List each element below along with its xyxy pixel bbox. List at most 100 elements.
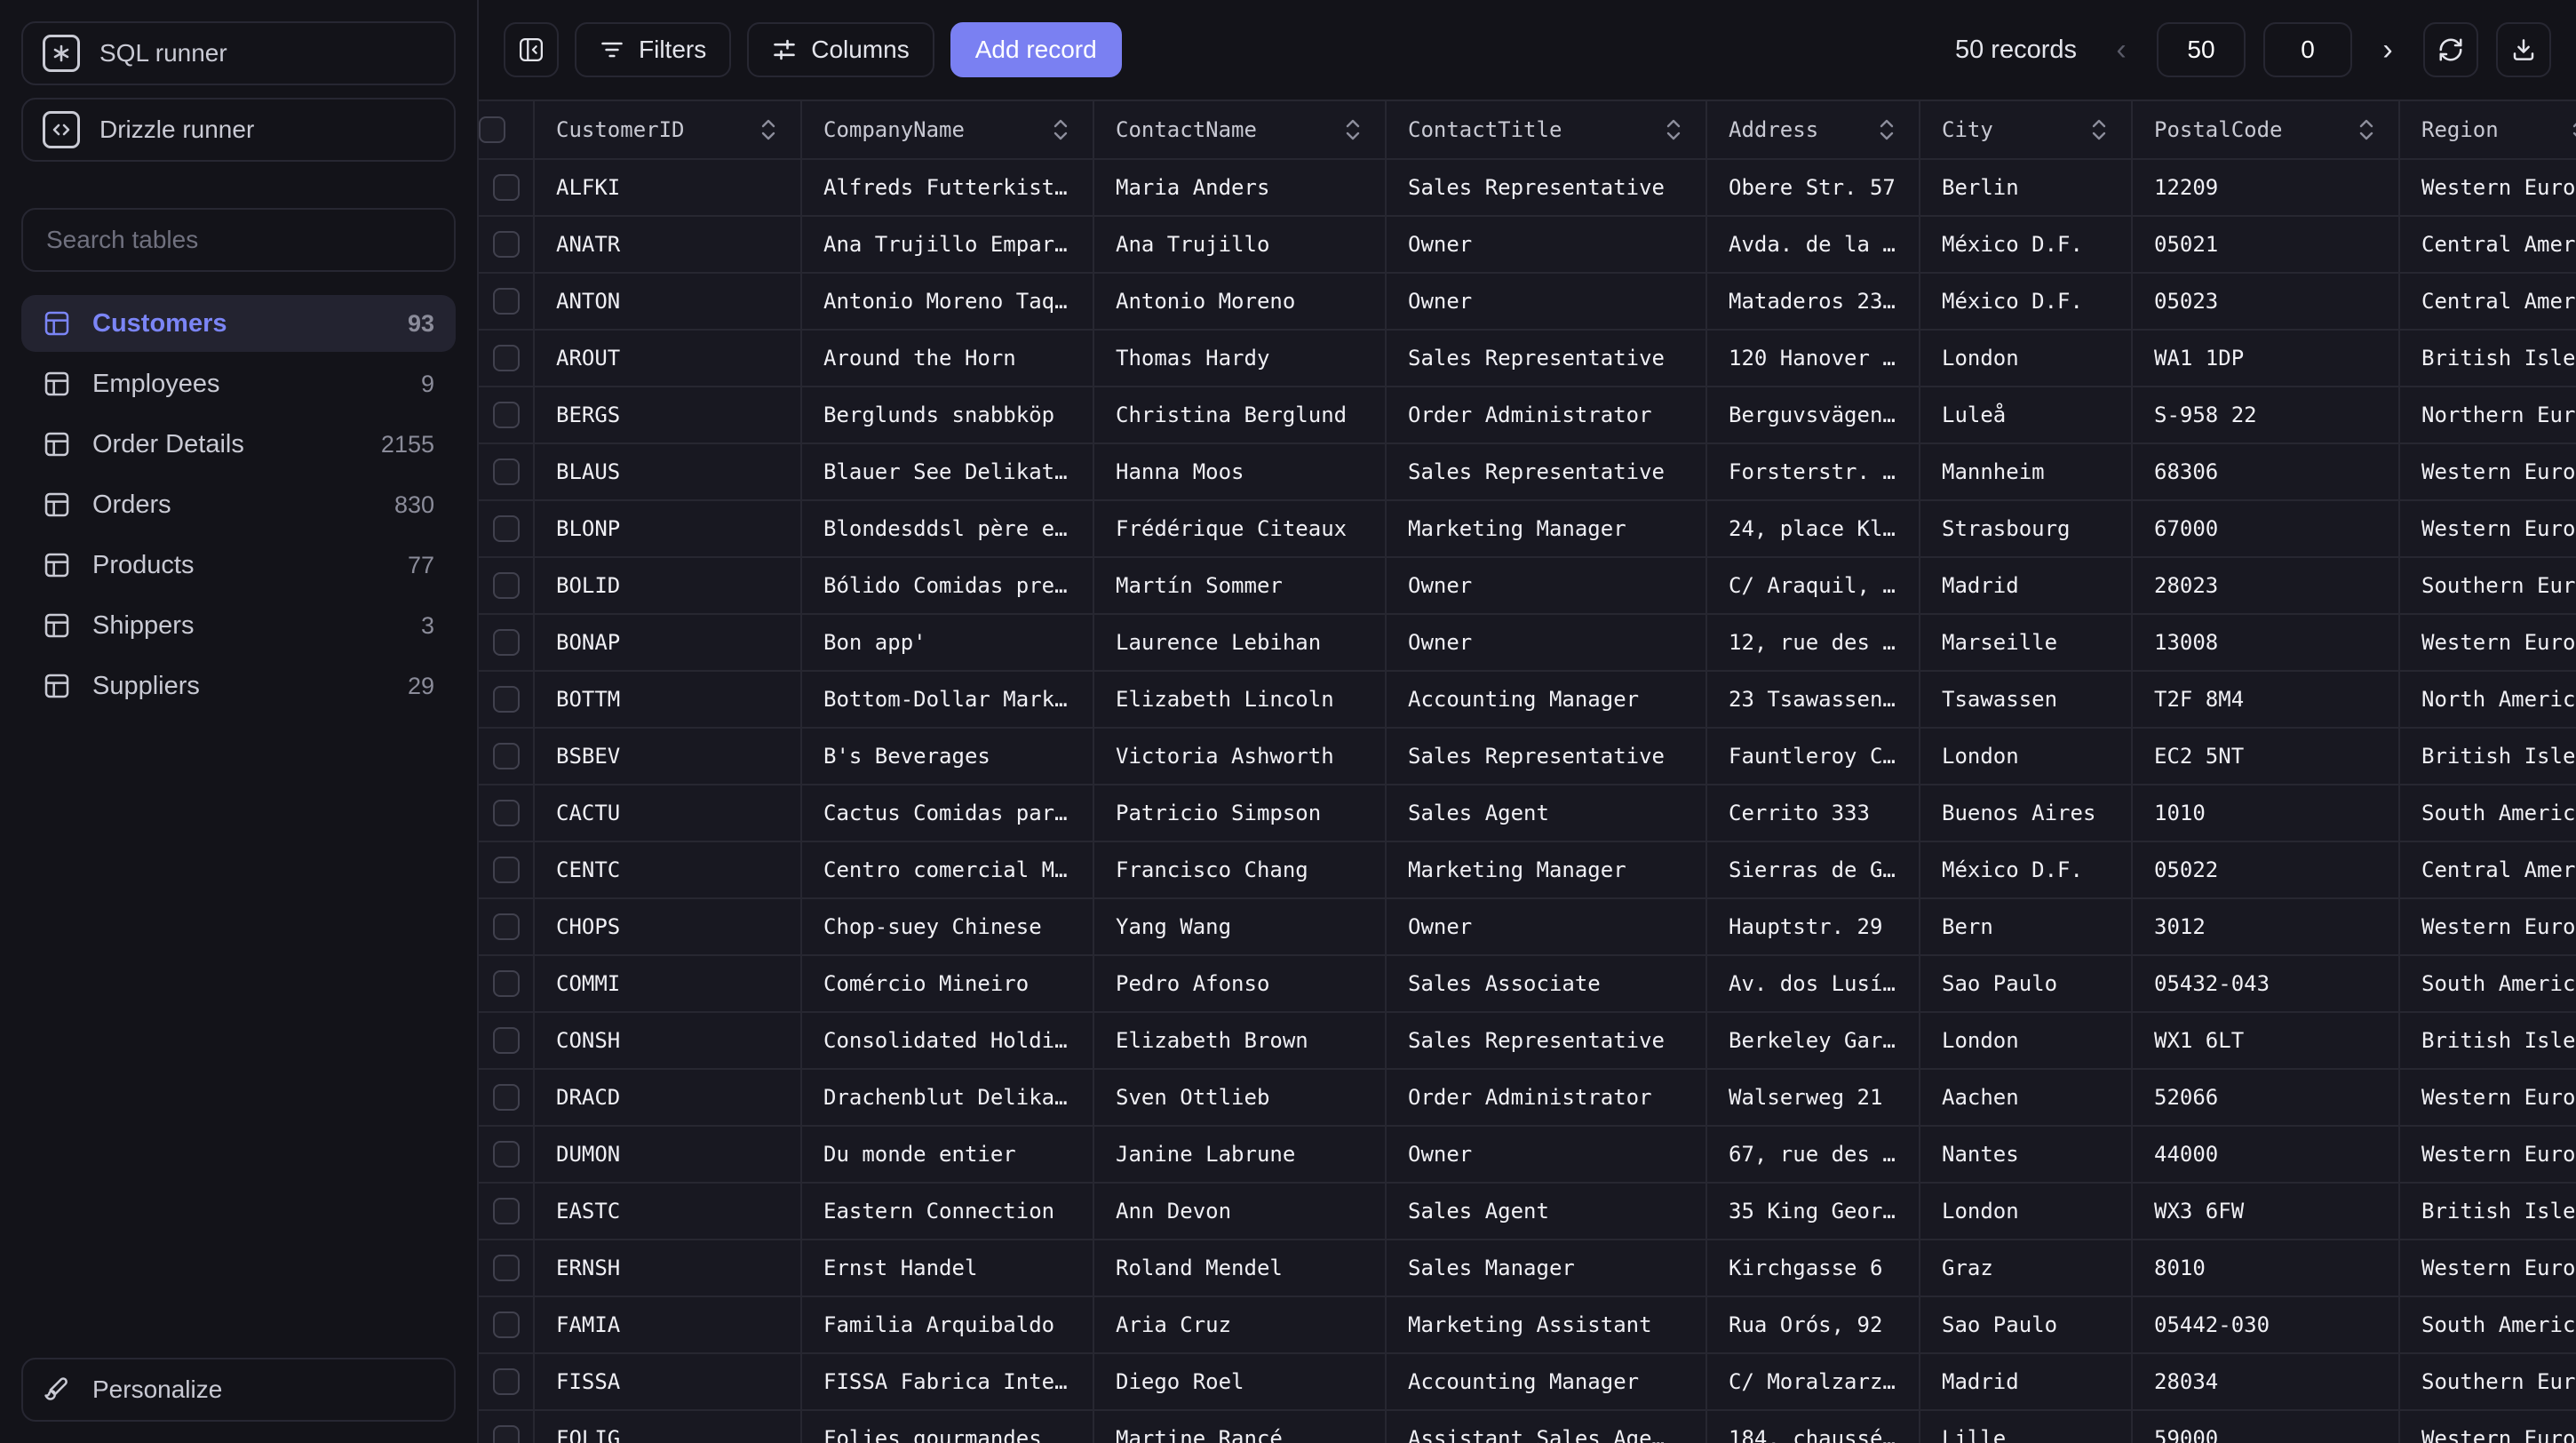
- cell-city[interactable]: México D.F.: [1920, 842, 2133, 897]
- cell-contactname[interactable]: Antonio Moreno: [1094, 274, 1387, 329]
- row-checkbox[interactable]: [492, 572, 520, 599]
- cell-contactname[interactable]: Martine Rancé: [1094, 1411, 1387, 1443]
- cell-customerid[interactable]: ANTON: [535, 274, 802, 329]
- cell-contacttitle[interactable]: Sales Agent: [1387, 1184, 1707, 1239]
- cell-companyname[interactable]: Centro comercial M…: [802, 842, 1094, 897]
- personalize-button[interactable]: Personalize: [21, 1358, 456, 1422]
- cell-address[interactable]: C/ Araquil, …: [1707, 558, 1920, 613]
- cell-region[interactable]: Western Europe: [2400, 501, 2576, 556]
- cell-contacttitle[interactable]: Owner: [1387, 899, 1707, 954]
- search-tables-input[interactable]: [21, 208, 456, 272]
- cell-contacttitle[interactable]: Order Administrator: [1387, 1070, 1707, 1125]
- cell-city[interactable]: Graz: [1920, 1240, 2133, 1296]
- cell-postalcode[interactable]: 05022: [2133, 842, 2400, 897]
- cell-region[interactable]: British Isles: [2400, 729, 2576, 784]
- cell-city[interactable]: Lille: [1920, 1411, 2133, 1443]
- cell-city[interactable]: Madrid: [1920, 558, 2133, 613]
- row-checkbox[interactable]: [492, 1027, 520, 1054]
- cell-contacttitle[interactable]: Sales Representative: [1387, 444, 1707, 499]
- cell-postalcode[interactable]: EC2 5NT: [2133, 729, 2400, 784]
- row-checkbox[interactable]: [492, 857, 520, 883]
- cell-postalcode[interactable]: WX3 6FW: [2133, 1184, 2400, 1239]
- cell-customerid[interactable]: ANATR: [535, 217, 802, 272]
- cell-contacttitle[interactable]: Owner: [1387, 274, 1707, 329]
- cell-postalcode[interactable]: 59000: [2133, 1411, 2400, 1443]
- cell-region[interactable]: Central America: [2400, 217, 2576, 272]
- cell-postalcode[interactable]: 13008: [2133, 615, 2400, 670]
- cell-customerid[interactable]: AROUT: [535, 331, 802, 386]
- cell-postalcode[interactable]: 28023: [2133, 558, 2400, 613]
- sort-icon[interactable]: [1663, 117, 1684, 142]
- cell-region[interactable]: British Isles: [2400, 1013, 2576, 1068]
- cell-city[interactable]: Madrid: [1920, 1354, 2133, 1409]
- cell-postalcode[interactable]: T2F 8M4: [2133, 672, 2400, 727]
- cell-customerid[interactable]: BLAUS: [535, 444, 802, 499]
- cell-companyname[interactable]: Chop-suey Chinese: [802, 899, 1094, 954]
- cell-contacttitle[interactable]: Owner: [1387, 1127, 1707, 1182]
- cell-address[interactable]: Kirchgasse 6: [1707, 1240, 1920, 1296]
- cell-contactname[interactable]: Hanna Moos: [1094, 444, 1387, 499]
- cell-customerid[interactable]: CHOPS: [535, 899, 802, 954]
- cell-companyname[interactable]: Bon app': [802, 615, 1094, 670]
- cell-address[interactable]: 67, rue des …: [1707, 1127, 1920, 1182]
- cell-region[interactable]: Western Europe: [2400, 899, 2576, 954]
- cell-contactname[interactable]: Ann Devon: [1094, 1184, 1387, 1239]
- sidebar-item-shippers[interactable]: Shippers 3: [21, 597, 456, 654]
- cell-region[interactable]: Central America: [2400, 842, 2576, 897]
- cell-contacttitle[interactable]: Sales Representative: [1387, 331, 1707, 386]
- sidebar-item-customers[interactable]: Customers 93: [21, 295, 456, 352]
- sidebar-item-products[interactable]: Products 77: [21, 537, 456, 594]
- cell-customerid[interactable]: FAMIA: [535, 1297, 802, 1352]
- cell-contacttitle[interactable]: Accounting Manager: [1387, 1354, 1707, 1409]
- cell-address[interactable]: Walserweg 21: [1707, 1070, 1920, 1125]
- cell-customerid[interactable]: BSBEV: [535, 729, 802, 784]
- sidebar-item-employees[interactable]: Employees 9: [21, 355, 456, 412]
- column-header-postalcode[interactable]: PostalCode: [2133, 101, 2400, 158]
- cell-city[interactable]: Aachen: [1920, 1070, 2133, 1125]
- cell-address[interactable]: Rua Orós, 92: [1707, 1297, 1920, 1352]
- cell-city[interactable]: Luleå: [1920, 387, 2133, 442]
- row-checkbox[interactable]: [492, 1368, 520, 1395]
- column-header-contactname[interactable]: ContactName: [1094, 101, 1387, 158]
- cell-customerid[interactable]: CONSH: [535, 1013, 802, 1068]
- cell-contacttitle[interactable]: Marketing Manager: [1387, 501, 1707, 556]
- cell-contactname[interactable]: Francisco Chang: [1094, 842, 1387, 897]
- cell-contacttitle[interactable]: Owner: [1387, 558, 1707, 613]
- cell-address[interactable]: Mataderos 23…: [1707, 274, 1920, 329]
- cell-city[interactable]: México D.F.: [1920, 217, 2133, 272]
- row-checkbox[interactable]: [492, 1425, 520, 1443]
- cell-city[interactable]: Marseille: [1920, 615, 2133, 670]
- page-size-input[interactable]: 50: [2157, 22, 2246, 77]
- column-header-region[interactable]: Region: [2400, 101, 2576, 158]
- cell-customerid[interactable]: CENTC: [535, 842, 802, 897]
- collapse-sidebar-button[interactable]: [504, 22, 559, 77]
- cell-customerid[interactable]: ALFKI: [535, 160, 802, 215]
- cell-city[interactable]: London: [1920, 1013, 2133, 1068]
- row-checkbox[interactable]: [492, 1198, 520, 1224]
- cell-contacttitle[interactable]: Owner: [1387, 217, 1707, 272]
- row-checkbox[interactable]: [492, 515, 520, 542]
- row-checkbox[interactable]: [492, 1311, 520, 1338]
- cell-customerid[interactable]: DRACD: [535, 1070, 802, 1125]
- cell-address[interactable]: 12, rue des …: [1707, 615, 1920, 670]
- sidebar-item-orders[interactable]: Orders 830: [21, 476, 456, 533]
- cell-companyname[interactable]: Drachenblut Delika…: [802, 1070, 1094, 1125]
- cell-contactname[interactable]: Diego Roel: [1094, 1354, 1387, 1409]
- cell-contacttitle[interactable]: Sales Representative: [1387, 1013, 1707, 1068]
- sort-icon[interactable]: [758, 117, 779, 142]
- row-checkbox[interactable]: [492, 1084, 520, 1111]
- cell-customerid[interactable]: EASTC: [535, 1184, 802, 1239]
- cell-customerid[interactable]: BONAP: [535, 615, 802, 670]
- drizzle-runner-button[interactable]: Drizzle runner: [21, 98, 456, 162]
- row-checkbox[interactable]: [492, 913, 520, 940]
- export-button[interactable]: [2496, 22, 2551, 77]
- cell-region[interactable]: British Isles: [2400, 1184, 2576, 1239]
- cell-postalcode[interactable]: 05023: [2133, 274, 2400, 329]
- row-checkbox[interactable]: [492, 402, 520, 428]
- cell-companyname[interactable]: Bottom-Dollar Mark…: [802, 672, 1094, 727]
- cell-customerid[interactable]: DUMON: [535, 1127, 802, 1182]
- cell-region[interactable]: Western Europe: [2400, 1127, 2576, 1182]
- cell-contactname[interactable]: Maria Anders: [1094, 160, 1387, 215]
- cell-city[interactable]: Tsawassen: [1920, 672, 2133, 727]
- cell-address[interactable]: Avda. de la …: [1707, 217, 1920, 272]
